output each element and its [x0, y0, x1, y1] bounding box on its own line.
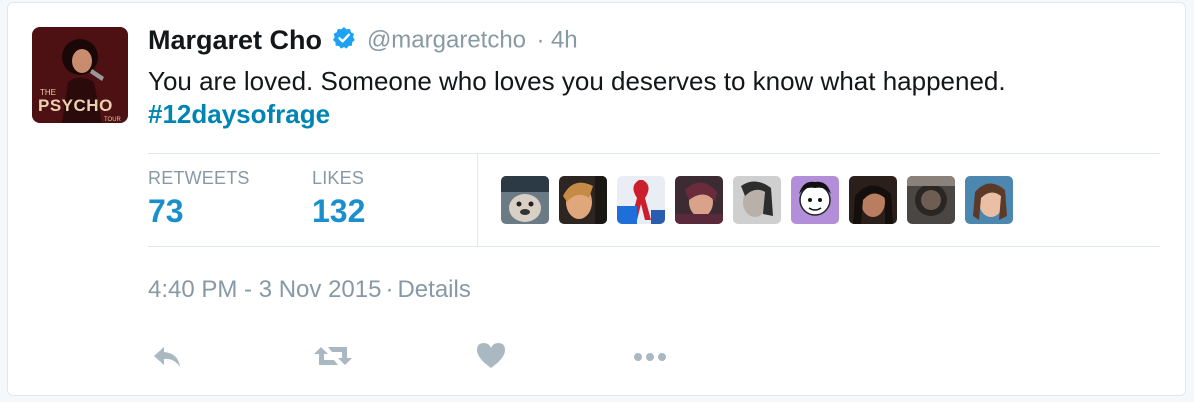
liker-avatar[interactable]: [617, 176, 665, 224]
reply-icon: [150, 347, 184, 377]
avatar-caption-psycho: PSYCHO: [38, 96, 113, 115]
divider: [148, 246, 1160, 247]
reply-button[interactable]: [150, 339, 184, 378]
retweets-stat[interactable]: RETWEETS 73: [148, 168, 250, 230]
liker-avatar[interactable]: [791, 176, 839, 224]
timestamp-text[interactable]: 4:40 PM - 3 Nov 2015: [148, 276, 381, 303]
author-name[interactable]: Margaret Cho: [148, 25, 322, 55]
timestamp-separator: ·: [385, 276, 394, 303]
liker-avatar[interactable]: [849, 176, 897, 224]
tweet-text: You are loved. Someone who loves you des…: [148, 65, 1168, 131]
retweet-icon: [312, 347, 354, 377]
tweet-header: Margaret Cho @margaretcho · 4h: [148, 25, 578, 56]
tweet-actions: [8, 339, 1185, 379]
liker-avatar[interactable]: [965, 176, 1013, 224]
retweets-count: 73: [148, 193, 184, 229]
stats-separator: [477, 154, 478, 246]
likes-count: 132: [312, 193, 366, 229]
tweet-timestamp: 4:40 PM - 3 Nov 2015 · Details: [148, 276, 471, 304]
verified-badge-icon: [332, 26, 356, 55]
likes-label: LIKES: [312, 168, 365, 188]
liker-avatar[interactable]: [559, 176, 607, 224]
tweet-age[interactable]: 4h: [551, 27, 578, 54]
hashtag-link[interactable]: #12daysofrage: [148, 98, 1168, 131]
like-button[interactable]: [474, 339, 508, 378]
likes-stat[interactable]: LIKES 132: [312, 168, 365, 230]
avatar-caption-tour: TOUR: [104, 117, 122, 123]
liker-avatar[interactable]: [907, 176, 955, 224]
author-avatar[interactable]: THE PSYCHO TOUR: [32, 27, 128, 123]
tweet-card: THE PSYCHO TOUR Margaret Cho @margaretch…: [7, 2, 1186, 396]
liker-avatar[interactable]: [733, 176, 781, 224]
header-separator: ·: [536, 26, 545, 54]
details-link[interactable]: Details: [397, 276, 470, 303]
likers-avatars: [501, 176, 1013, 224]
retweets-label: RETWEETS: [148, 168, 250, 188]
more-button[interactable]: [630, 339, 670, 378]
more-icon: [630, 353, 670, 377]
tweet-body: You are loved. Someone who loves you des…: [148, 66, 1006, 96]
divider: [148, 153, 1160, 154]
liker-avatar[interactable]: [501, 176, 549, 224]
like-icon: [474, 343, 508, 377]
retweet-button[interactable]: [312, 339, 354, 378]
author-handle[interactable]: @margaretcho: [367, 27, 526, 54]
liker-avatar[interactable]: [675, 176, 723, 224]
